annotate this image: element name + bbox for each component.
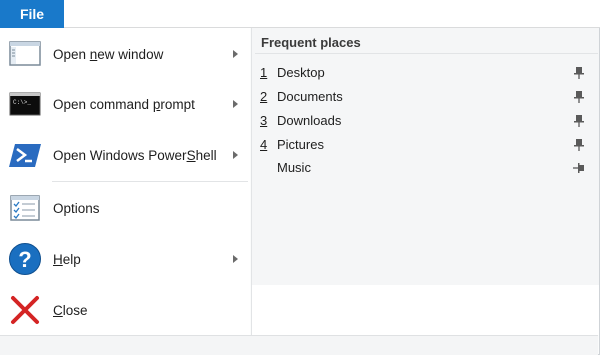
frequent-places-header: Frequent places [261,35,361,50]
file-menu-footer [0,335,598,355]
pinned-icon[interactable] [572,90,586,104]
open-powershell-label: Open Windows PowerShell [53,147,217,163]
powershell-icon [9,144,41,167]
pinned-icon[interactable] [572,114,586,128]
pinned-icon[interactable] [572,66,586,80]
new-window-icon [9,41,41,66]
pinned-icon[interactable] [572,138,586,152]
place-number: 2 [260,89,268,104]
frequent-place-item[interactable]: 4 Pictures [252,133,598,157]
ribbon-top-bar [0,0,600,28]
svg-text:?: ? [18,247,31,272]
place-name: Downloads [277,113,342,128]
unpinned-icon[interactable] [572,161,586,175]
file-tab[interactable]: File [0,0,64,28]
options-item[interactable]: Options [0,183,250,233]
place-name: Desktop [277,65,325,80]
close-item[interactable]: Close [0,285,250,335]
command-prompt-icon: C:\>_ [9,92,41,116]
place-number: 3 [260,113,268,128]
help-label: Help [53,251,81,267]
frequent-place-item[interactable]: 1 Desktop [252,61,598,85]
open-new-window-item[interactable]: Open new window [0,29,250,79]
submenu-arrow-icon [233,255,238,263]
open-command-prompt-item[interactable]: C:\>_ Open command prompt [0,79,250,129]
submenu-arrow-icon [233,100,238,108]
options-label: Options [53,200,100,216]
submenu-arrow-icon [233,50,238,58]
place-number: 4 [260,137,268,152]
svg-text:C:\>_: C:\>_ [13,99,31,106]
help-icon: ? [9,243,41,275]
place-name: Music [277,160,311,175]
open-new-window-label: Open new window [53,46,164,62]
place-name: Pictures [277,137,324,152]
place-number: 1 [260,65,268,80]
close-icon [11,296,39,324]
close-label: Close [53,302,88,318]
frequent-places-lower-area [251,285,599,335]
submenu-arrow-icon [233,151,238,159]
menu-separator [52,181,248,182]
open-command-prompt-label: Open command prompt [53,96,195,112]
frequent-place-item[interactable]: 3 Downloads [252,109,598,133]
help-item[interactable]: ? Help [0,234,250,284]
frequent-place-item[interactable]: 2 Documents [252,85,598,109]
options-icon [10,195,40,221]
frequent-places-divider [255,53,598,54]
frequent-place-item[interactable]: Music [252,156,598,180]
place-name: Documents [277,89,343,104]
open-powershell-item[interactable]: Open Windows PowerShell [0,130,250,180]
